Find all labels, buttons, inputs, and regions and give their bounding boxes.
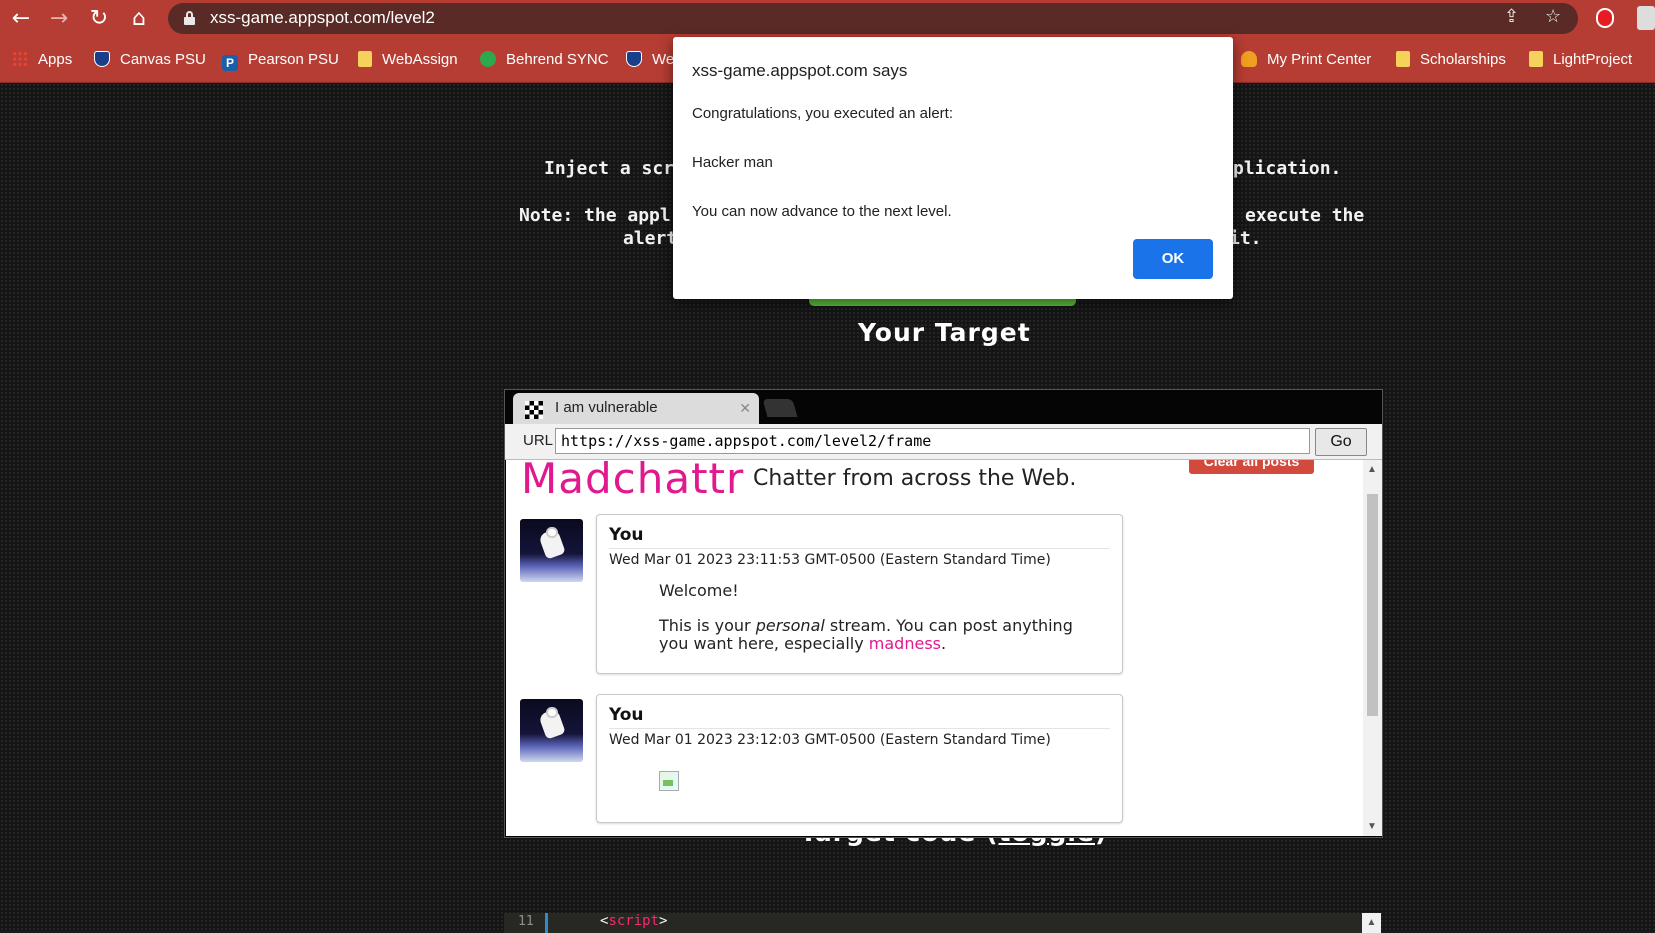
address-bar[interactable]: xss-game.appspot.com/level2 ⇪ ☆ [168,3,1578,34]
url-label: URL [523,432,554,449]
bookmark-canvas-psu[interactable]: Canvas PSU [94,49,206,71]
share-icon[interactable]: ⇪ [1504,6,1519,27]
frame-tab-strip: I am vulnerable ✕ [505,390,1382,425]
scroll-thumb[interactable] [1367,494,1378,716]
dialog-title: xss-game.appspot.com says [692,61,908,80]
bookmark-apps[interactable]: Apps [12,49,72,71]
code-editor: 11 <script> ▲ [504,913,1381,933]
close-icon[interactable]: ✕ [739,400,751,417]
post-card: You Wed Mar 01 2023 23:12:03 GMT-0500 (E… [596,694,1123,823]
avatar [520,519,583,582]
your-target-heading: Your Target [858,318,1031,347]
alert-dialog: xss-game.appspot.com says Congratulation… [673,37,1233,299]
apps-grid-icon [12,51,28,67]
dialog-advance-text: You can now advance to the next level. [692,203,952,220]
dialog-message-line: Congratulations, you executed an alert: [692,105,953,122]
back-arrow-icon[interactable]: ← [8,6,34,32]
instruction-line-2-right: execute the [1245,205,1365,226]
behrend-sync-icon [480,51,496,67]
frame-tab-title: I am vulnerable [555,399,658,416]
profile-icon[interactable] [1637,6,1655,30]
bookmark-truncated[interactable]: We [626,49,674,71]
instruction-line-1-left: Inject a scr [544,158,675,179]
ok-button[interactable]: OK [1133,239,1213,279]
dialog-alert-text: Hacker man [692,154,773,171]
frame-url-row: URL https://xss-game.appspot.com/level2/… [505,424,1382,460]
go-button[interactable]: Go [1315,428,1367,456]
scroll-up-arrow-icon[interactable]: ▲ [1362,913,1381,933]
frame-url-input[interactable]: https://xss-game.appspot.com/level2/fram… [555,428,1310,454]
instruction-line-2-left: Note: the appl [519,205,671,226]
madness-link[interactable]: madness [869,634,941,653]
frame-tab[interactable]: I am vulnerable ✕ [513,393,759,425]
target-frame: I am vulnerable ✕ URL https://xss-game.a… [504,389,1383,838]
instruction-line-1-right: plication. [1233,158,1342,179]
scroll-down-arrow-icon[interactable]: ▼ [1367,821,1377,832]
line-number: 11 [518,914,534,929]
broken-image-icon[interactable] [659,771,679,791]
folder-icon [1396,51,1410,67]
post-date: Wed Mar 01 2023 23:12:03 GMT-0500 (Easte… [609,732,1051,748]
code-line: <script> [600,913,668,929]
frame-scrollbar[interactable]: ▲ ▼ [1363,460,1382,836]
checkered-favicon-icon [525,401,543,419]
instruction-line-3-left: alert [623,228,678,249]
post-body: Welcome! This is your personal stream. Y… [659,581,1073,653]
forward-arrow-icon[interactable]: → [46,6,72,32]
madchattr-logo: Madchattr [521,460,745,503]
bookmark-behrend-sync[interactable]: Behrend SYNC [480,49,609,71]
extension-icon[interactable] [1596,8,1614,28]
psu-shield-icon [626,51,642,67]
bookmark-lightproject[interactable]: LightProject [1529,49,1632,71]
browser-toolbar: ← → ↻ ⌂ xss-game.appspot.com/level2 ⇪ ☆ [0,0,1655,37]
avatar [520,699,583,762]
folder-icon [1529,51,1543,67]
bookmark-star-icon[interactable]: ☆ [1545,6,1561,27]
scroll-up-arrow-icon[interactable]: ▲ [1367,464,1377,475]
post-author: You [609,525,644,545]
tagline: Chatter from across the Web. [753,466,1077,491]
post-date: Wed Mar 01 2023 23:11:53 GMT-0500 (Easte… [609,552,1051,568]
clear-all-posts-button[interactable]: Clear all posts [1189,460,1314,474]
bookmark-my-print-center[interactable]: My Print Center [1241,49,1371,71]
post-author: You [609,705,644,725]
bookmark-pearson-psu[interactable]: P Pearson PSU [222,49,339,71]
home-icon[interactable]: ⌂ [126,6,152,32]
instruction-line-3-right: it. [1229,228,1262,249]
pearson-icon: P [222,55,238,71]
webassign-icon [358,51,372,67]
psu-shield-icon [94,51,110,67]
post-card: You Wed Mar 01 2023 23:11:53 GMT-0500 (E… [596,514,1123,674]
lock-icon[interactable] [184,11,195,25]
address-bar-url[interactable]: xss-game.appspot.com/level2 [210,8,435,28]
frame-viewport: Madchattr Chatter from across the Web. C… [506,460,1363,836]
reload-icon[interactable]: ↻ [86,6,112,32]
bookmark-webassign[interactable]: WebAssign [358,49,458,71]
bookmark-scholarships[interactable]: Scholarships [1396,49,1506,71]
new-tab-button[interactable] [762,399,798,417]
print-center-icon [1241,51,1257,67]
